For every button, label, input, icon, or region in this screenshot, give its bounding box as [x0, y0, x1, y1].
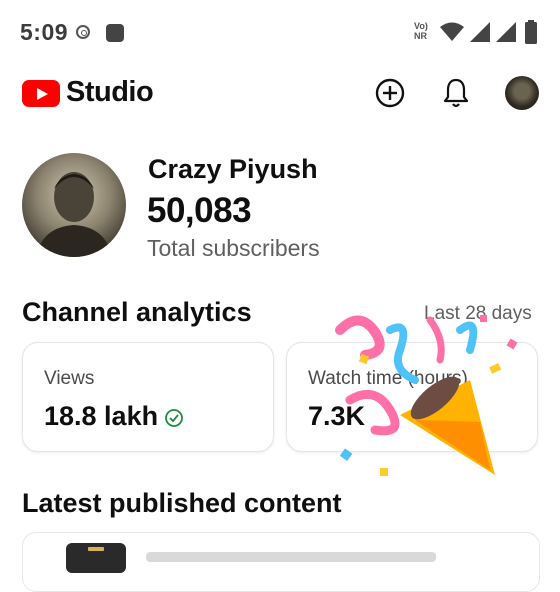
notifications-bell-icon[interactable]: [442, 77, 470, 109]
video-title-placeholder: [146, 552, 436, 562]
subscriber-count: 50,083: [147, 191, 252, 230]
subscriber-label: Total subscribers: [147, 235, 320, 261]
views-card[interactable]: Views 18.8 lakh: [22, 342, 274, 452]
youtube-logo-icon: [22, 80, 60, 107]
notification-status-icon: [106, 24, 124, 42]
app-title: Studio: [66, 76, 154, 108]
status-time: 5:09: [20, 19, 69, 45]
latest-content-title: Latest published content: [22, 488, 342, 518]
views-value: 18.8 lakh: [44, 401, 159, 431]
signal-icon: [470, 22, 490, 42]
analytics-title: Channel analytics: [22, 297, 252, 327]
views-value-row: 18.8 lakh: [44, 401, 184, 432]
party-popper-icon: [335, 315, 518, 476]
channel-name: Crazy Piyush: [148, 154, 318, 184]
check-circle-icon: [165, 408, 183, 427]
create-icon[interactable]: [375, 78, 405, 108]
views-label: Views: [44, 368, 95, 389]
signal-icon: [496, 22, 516, 42]
battery-icon: [525, 20, 537, 44]
volte-indicator: Vo) NR: [414, 21, 428, 41]
video-thumbnail[interactable]: [66, 543, 126, 573]
account-avatar[interactable]: [505, 76, 539, 110]
channel-avatar: [22, 153, 126, 257]
wifi-icon: [440, 22, 464, 41]
sync-status-icon: [76, 25, 90, 39]
